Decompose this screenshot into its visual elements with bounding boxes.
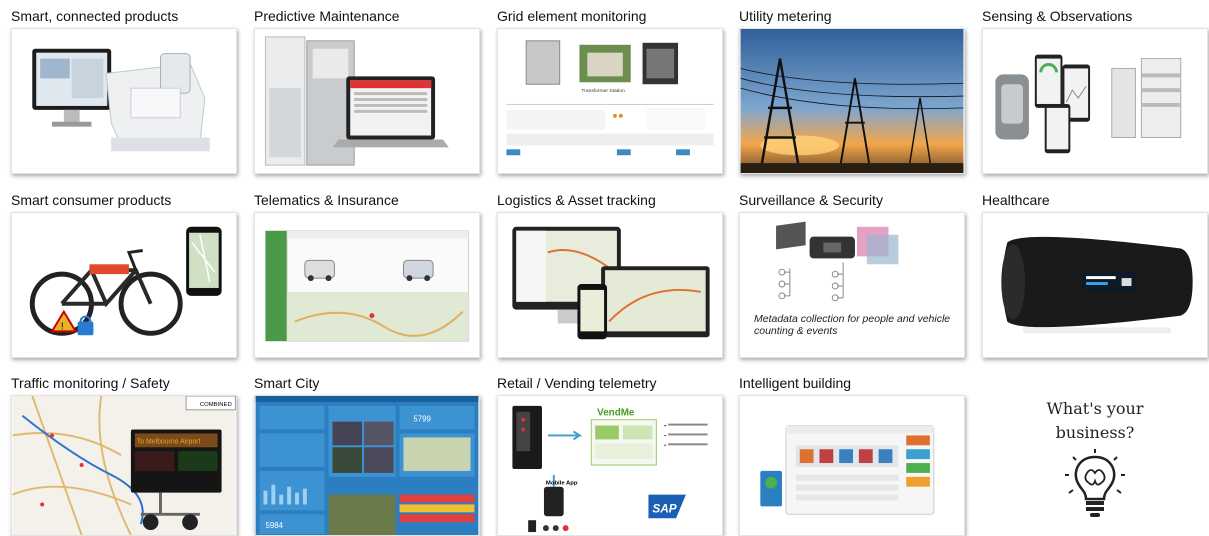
fleet-dashboard-image — [265, 230, 470, 342]
tile-image — [739, 395, 965, 536]
smartcity-count-a: 5984 — [265, 521, 283, 530]
tile-image — [982, 28, 1208, 174]
tile-label: Smart consumer products — [11, 192, 172, 208]
lightbulb-brain-icon — [1065, 449, 1125, 517]
tile-label: Traffic monitoring / Safety — [11, 375, 170, 391]
medical-device-image — [1001, 236, 1193, 334]
tile-label: Sensing & Observations — [982, 8, 1133, 24]
tile-image: Metadata collection for people and vehic… — [739, 212, 965, 358]
tile-label: Surveillance & Security — [739, 192, 883, 208]
cta-whats-your-business[interactable]: What's your business? — [982, 395, 1208, 536]
sensors-phones-image — [995, 54, 1182, 154]
tile-image: VendMe Mobile App SAP — [497, 395, 723, 536]
sap-logo: SAP — [652, 501, 676, 515]
smart-city-dashboard-image: 5984 5799 — [255, 396, 479, 535]
tile-image — [11, 28, 237, 174]
tile-image — [254, 212, 480, 358]
tile-label: Utility metering — [739, 8, 832, 24]
building-control-image — [760, 425, 935, 515]
cta-line-2: business? — [1055, 423, 1135, 442]
transformer-dashboard-image: Transformer Station — [506, 40, 714, 156]
cta-line-1: What's your — [1046, 399, 1144, 418]
tile-image — [982, 212, 1208, 358]
ebike-phone-image: ! — [29, 226, 222, 336]
vending-telemetry-image: VendMe Mobile App SAP — [512, 405, 708, 533]
tile-label: Intelligent building — [739, 375, 852, 391]
tile-label: Smart, connected products — [11, 8, 179, 24]
mobile-app-label: Mobile App — [546, 481, 578, 487]
tile-label: Logistics & Asset tracking — [497, 192, 656, 208]
tile-image: COMBINED To Melbourne Airport — [11, 395, 237, 536]
traffic-map-sign-image: COMBINED To Melbourne Airport — [12, 396, 236, 535]
tile-image — [739, 28, 965, 174]
grid-station-label: Transformer Station — [581, 88, 625, 94]
tile-label: Retail / Vending telemetry — [497, 375, 657, 391]
traffic-map-title: COMBINED — [200, 402, 232, 408]
tile-image: ! — [11, 212, 237, 358]
tile-label: Healthcare — [982, 192, 1050, 208]
tile-label: Telematics & Insurance — [254, 192, 399, 208]
tile-label: Grid element monitoring — [497, 8, 647, 24]
vendme-logo: VendMe — [597, 408, 635, 419]
tile-image: Transformer Station — [497, 28, 723, 174]
multi-device-map-image — [512, 226, 710, 340]
tile-image — [497, 212, 723, 358]
tile-label: Predictive Maintenance — [254, 8, 400, 24]
smartcity-count-b: 5799 — [413, 415, 431, 424]
svg-text:!: ! — [61, 321, 64, 332]
tile-label: Smart City — [254, 375, 320, 391]
sewing-machine-computer-image — [32, 48, 210, 152]
tile-image: 5984 5799 — [254, 395, 480, 536]
surveillance-caption: Metadata collection for people and vehic… — [754, 313, 951, 337]
tile-image — [254, 28, 480, 174]
traffic-sign-text: To Melbourne Airport — [137, 438, 201, 445]
heat-pump-laptop-image — [264, 36, 449, 166]
power-lines-sunset-image — [740, 29, 964, 173]
